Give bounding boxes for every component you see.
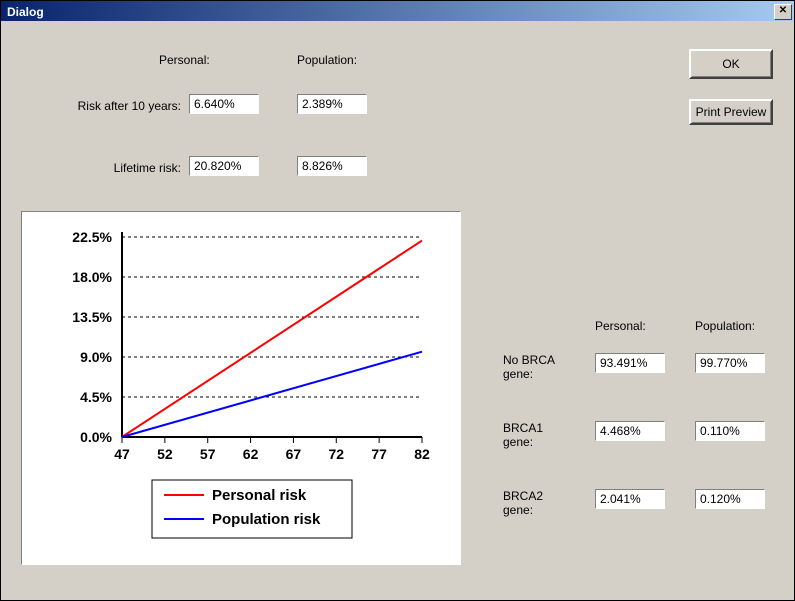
svg-text:18.0%: 18.0% — [72, 269, 112, 285]
title-text: Dialog — [7, 5, 44, 19]
brca1-population-value: 0.110% — [695, 421, 765, 441]
svg-text:13.5%: 13.5% — [72, 309, 112, 325]
svg-text:72: 72 — [328, 446, 344, 462]
svg-text:9.0%: 9.0% — [80, 349, 112, 365]
svg-text:52: 52 — [157, 446, 173, 462]
close-icon[interactable]: ✕ — [774, 4, 792, 20]
brca2-personal-value: 2.041% — [595, 489, 665, 509]
header-personal: Personal: — [159, 53, 219, 67]
svg-text:0.0%: 0.0% — [80, 429, 112, 445]
brca1-label-text: BRCA1gene: — [503, 421, 543, 449]
row-lifetime-label: Lifetime risk: — [21, 161, 181, 175]
nobrca-label: No BRCAgene: — [503, 353, 583, 381]
svg-text:Personal risk: Personal risk — [212, 487, 307, 504]
svg-text:82: 82 — [414, 446, 430, 462]
brca2-label-text: BRCA2gene: — [503, 489, 543, 517]
header-population: Population: — [297, 53, 367, 67]
gene-header-population: Population: — [695, 319, 765, 333]
lifetime-population-value: 8.826% — [297, 156, 367, 176]
row-risk10-label: Risk after 10 years: — [21, 99, 181, 113]
print-preview-button[interactable]: Print Preview — [689, 99, 773, 125]
svg-text:22.5%: 22.5% — [72, 229, 112, 245]
svg-text:57: 57 — [200, 446, 216, 462]
ok-button[interactable]: OK — [689, 49, 773, 79]
svg-text:47: 47 — [114, 446, 130, 462]
brca2-population-value: 0.120% — [695, 489, 765, 509]
chart-svg: 0.0% 4.5% 9.0% 13.5% 18.0% 22.5% 47 52 57 62 67 72 7… — [22, 212, 460, 564]
risk10-personal-value: 6.640% — [189, 94, 259, 114]
nobrca-population-value: 99.770% — [695, 353, 765, 373]
risk10-population-value: 2.389% — [297, 94, 367, 114]
lifetime-personal-value: 20.820% — [189, 156, 259, 176]
brca2-label: BRCA2gene: — [503, 489, 583, 517]
svg-text:62: 62 — [243, 446, 259, 462]
svg-text:67: 67 — [286, 446, 302, 462]
dialog-window: Dialog ✕ Personal: Population: Risk afte… — [0, 0, 795, 601]
svg-text:4.5%: 4.5% — [80, 389, 112, 405]
dialog-body: Personal: Population: Risk after 10 year… — [1, 21, 794, 600]
nobrca-label-text: No BRCAgene: — [503, 353, 555, 381]
svg-text:Population risk: Population risk — [212, 511, 321, 528]
gene-header-personal: Personal: — [595, 319, 655, 333]
brca1-personal-value: 4.468% — [595, 421, 665, 441]
risk-chart: 0.0% 4.5% 9.0% 13.5% 18.0% 22.5% 47 52 57 62 67 72 7… — [21, 211, 461, 565]
nobrca-personal-value: 93.491% — [595, 353, 665, 373]
svg-text:77: 77 — [371, 446, 387, 462]
brca1-label: BRCA1gene: — [503, 421, 583, 449]
titlebar: Dialog ✕ — [1, 1, 794, 21]
